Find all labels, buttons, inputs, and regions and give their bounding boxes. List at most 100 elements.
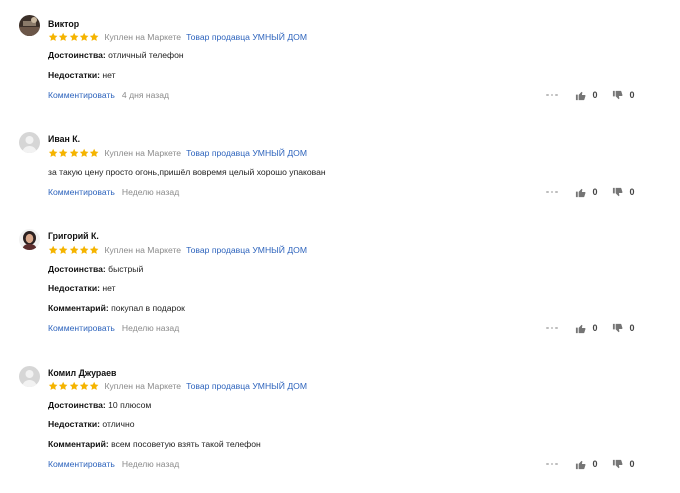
review-date: Неделю назад: [121, 459, 180, 469]
star-icon: [79, 148, 89, 158]
review-field-label: Недостатки:: [48, 419, 100, 429]
star-icon: [58, 32, 68, 42]
review-field-label: Достоинства:: [48, 400, 106, 410]
bought-on-market-label: Куплен на Маркете: [104, 147, 182, 158]
more-dots-icon[interactable]: [546, 462, 558, 466]
more-dots-icon[interactable]: [546, 93, 558, 97]
review-text-line: Достоинства: отличный телефон: [48, 50, 184, 60]
review-actions: 00: [546, 459, 635, 470]
thumb-up-icon[interactable]: [575, 459, 586, 470]
bought-on-market-label: Куплен на Маркете: [104, 31, 182, 42]
review-field-text: нет: [102, 283, 116, 293]
rating-stars: [48, 148, 99, 158]
dislike-count: 0: [629, 187, 635, 197]
like-count: 0: [592, 90, 598, 100]
review-field-label: Достоинства:: [48, 50, 106, 60]
review-actions: 00: [546, 323, 635, 334]
avatar[interactable]: [19, 229, 40, 250]
review-field-label: Недостатки:: [48, 70, 100, 80]
review-text-line: Комментарий: покупал в подарок: [48, 303, 185, 313]
review-text-line: Комментарий: всем посоветую взять такой …: [48, 439, 261, 449]
review-field-text: нет: [102, 70, 116, 80]
review-text-line: Достоинства: 10 плюсом: [48, 400, 151, 410]
review-meta: Куплен на Маркете Товар продавца УМНЫЙ ДО…: [48, 380, 307, 391]
star-icon: [89, 381, 99, 391]
thumb-up-icon[interactable]: [575, 323, 586, 334]
seller-link[interactable]: Товар продавца УМНЫЙ ДОМ: [186, 32, 307, 42]
review-meta: Куплен на Маркете Товар продавца УМНЫЙ ДО…: [48, 147, 307, 158]
review-date: Неделю назад: [121, 323, 180, 333]
seller-link[interactable]: Товар продавца УМНЫЙ ДОМ: [186, 381, 307, 391]
star-icon: [48, 148, 58, 158]
review-actions: 00: [546, 90, 635, 101]
review-field-text: покупал в подарок: [111, 303, 185, 313]
review-field-label: Комментарий:: [48, 303, 109, 313]
review-meta: Куплен на Маркете Товар продавца УМНЫЙ ДО…: [48, 244, 307, 255]
review-field-text: за такую цену просто огонь,пришёл воврем…: [48, 167, 326, 177]
avatar[interactable]: [19, 132, 40, 153]
dislike-count: 0: [629, 323, 635, 333]
bought-on-market-label: Куплен на Маркете: [104, 380, 182, 391]
review-text-line: Недостатки: отлично: [48, 419, 135, 429]
review-field-text: отлично: [102, 419, 135, 429]
star-icon: [48, 381, 58, 391]
review-footer: Комментировать 4 дня назад: [48, 90, 169, 100]
comment-link[interactable]: Комментировать: [48, 323, 115, 333]
avatar[interactable]: [19, 366, 40, 387]
bought-on-market-label: Куплен на Маркете: [104, 244, 182, 255]
review-field-text: 10 плюсом: [108, 400, 152, 410]
thumb-down-icon[interactable]: [612, 187, 623, 198]
thumb-up-icon[interactable]: [575, 90, 586, 101]
review-actions: 00: [546, 187, 635, 198]
dislike-count: 0: [629, 90, 635, 100]
avatar[interactable]: [19, 15, 40, 36]
star-icon: [58, 245, 68, 255]
thumb-down-icon[interactable]: [612, 323, 623, 334]
review-field-label: Достоинства:: [48, 264, 106, 274]
comment-link[interactable]: Комментировать: [48, 90, 115, 100]
review-text-line: за такую цену просто огонь,пришёл воврем…: [48, 167, 326, 177]
review-text-line: Недостатки: нет: [48, 70, 116, 80]
review-field-label: Недостатки:: [48, 283, 100, 293]
like-count: 0: [592, 459, 598, 469]
review-field-text: быстрый: [108, 264, 144, 274]
dislike-count: 0: [629, 459, 635, 469]
comment-link[interactable]: Комментировать: [48, 459, 115, 469]
more-dots-icon[interactable]: [546, 190, 558, 194]
comment-link[interactable]: Комментировать: [48, 187, 115, 197]
review-meta: Куплен на Маркете Товар продавца УМНЫЙ ДО…: [48, 31, 307, 42]
review-date: Неделю назад: [121, 187, 180, 197]
review-field-text: всем посоветую взять такой телефон: [111, 439, 261, 449]
review-field-text: отличный телефон: [108, 50, 184, 60]
thumb-down-icon[interactable]: [612, 459, 623, 470]
star-icon: [48, 245, 58, 255]
review-date: 4 дня назад: [121, 90, 170, 100]
review-footer: Комментировать Неделю назад: [48, 187, 179, 197]
review-text-line: Недостатки: нет: [48, 283, 116, 293]
seller-link[interactable]: Товар продавца УМНЫЙ ДОМ: [186, 148, 307, 158]
review-footer: Комментировать Неделю назад: [48, 459, 179, 469]
star-icon: [58, 381, 68, 391]
star-icon: [69, 381, 79, 391]
star-icon: [79, 381, 89, 391]
more-dots-icon[interactable]: [546, 326, 558, 330]
seller-link[interactable]: Товар продавца УМНЫЙ ДОМ: [186, 245, 307, 255]
star-icon: [89, 148, 99, 158]
reviewer-name: Григорий К.: [48, 231, 99, 241]
rating-stars: [48, 245, 99, 255]
star-icon: [89, 245, 99, 255]
thumb-up-icon[interactable]: [575, 187, 586, 198]
rating-stars: [48, 381, 99, 391]
reviewer-name: Виктор: [48, 19, 80, 29]
reviewer-name: Комил Джураев: [48, 368, 117, 378]
like-count: 0: [592, 323, 598, 333]
star-icon: [58, 148, 68, 158]
star-icon: [79, 245, 89, 255]
star-icon: [69, 245, 79, 255]
reviewer-name: Иван К.: [48, 134, 81, 144]
like-count: 0: [592, 187, 598, 197]
star-icon: [69, 32, 79, 42]
thumb-down-icon[interactable]: [612, 90, 623, 101]
star-icon: [69, 148, 79, 158]
star-icon: [89, 32, 99, 42]
